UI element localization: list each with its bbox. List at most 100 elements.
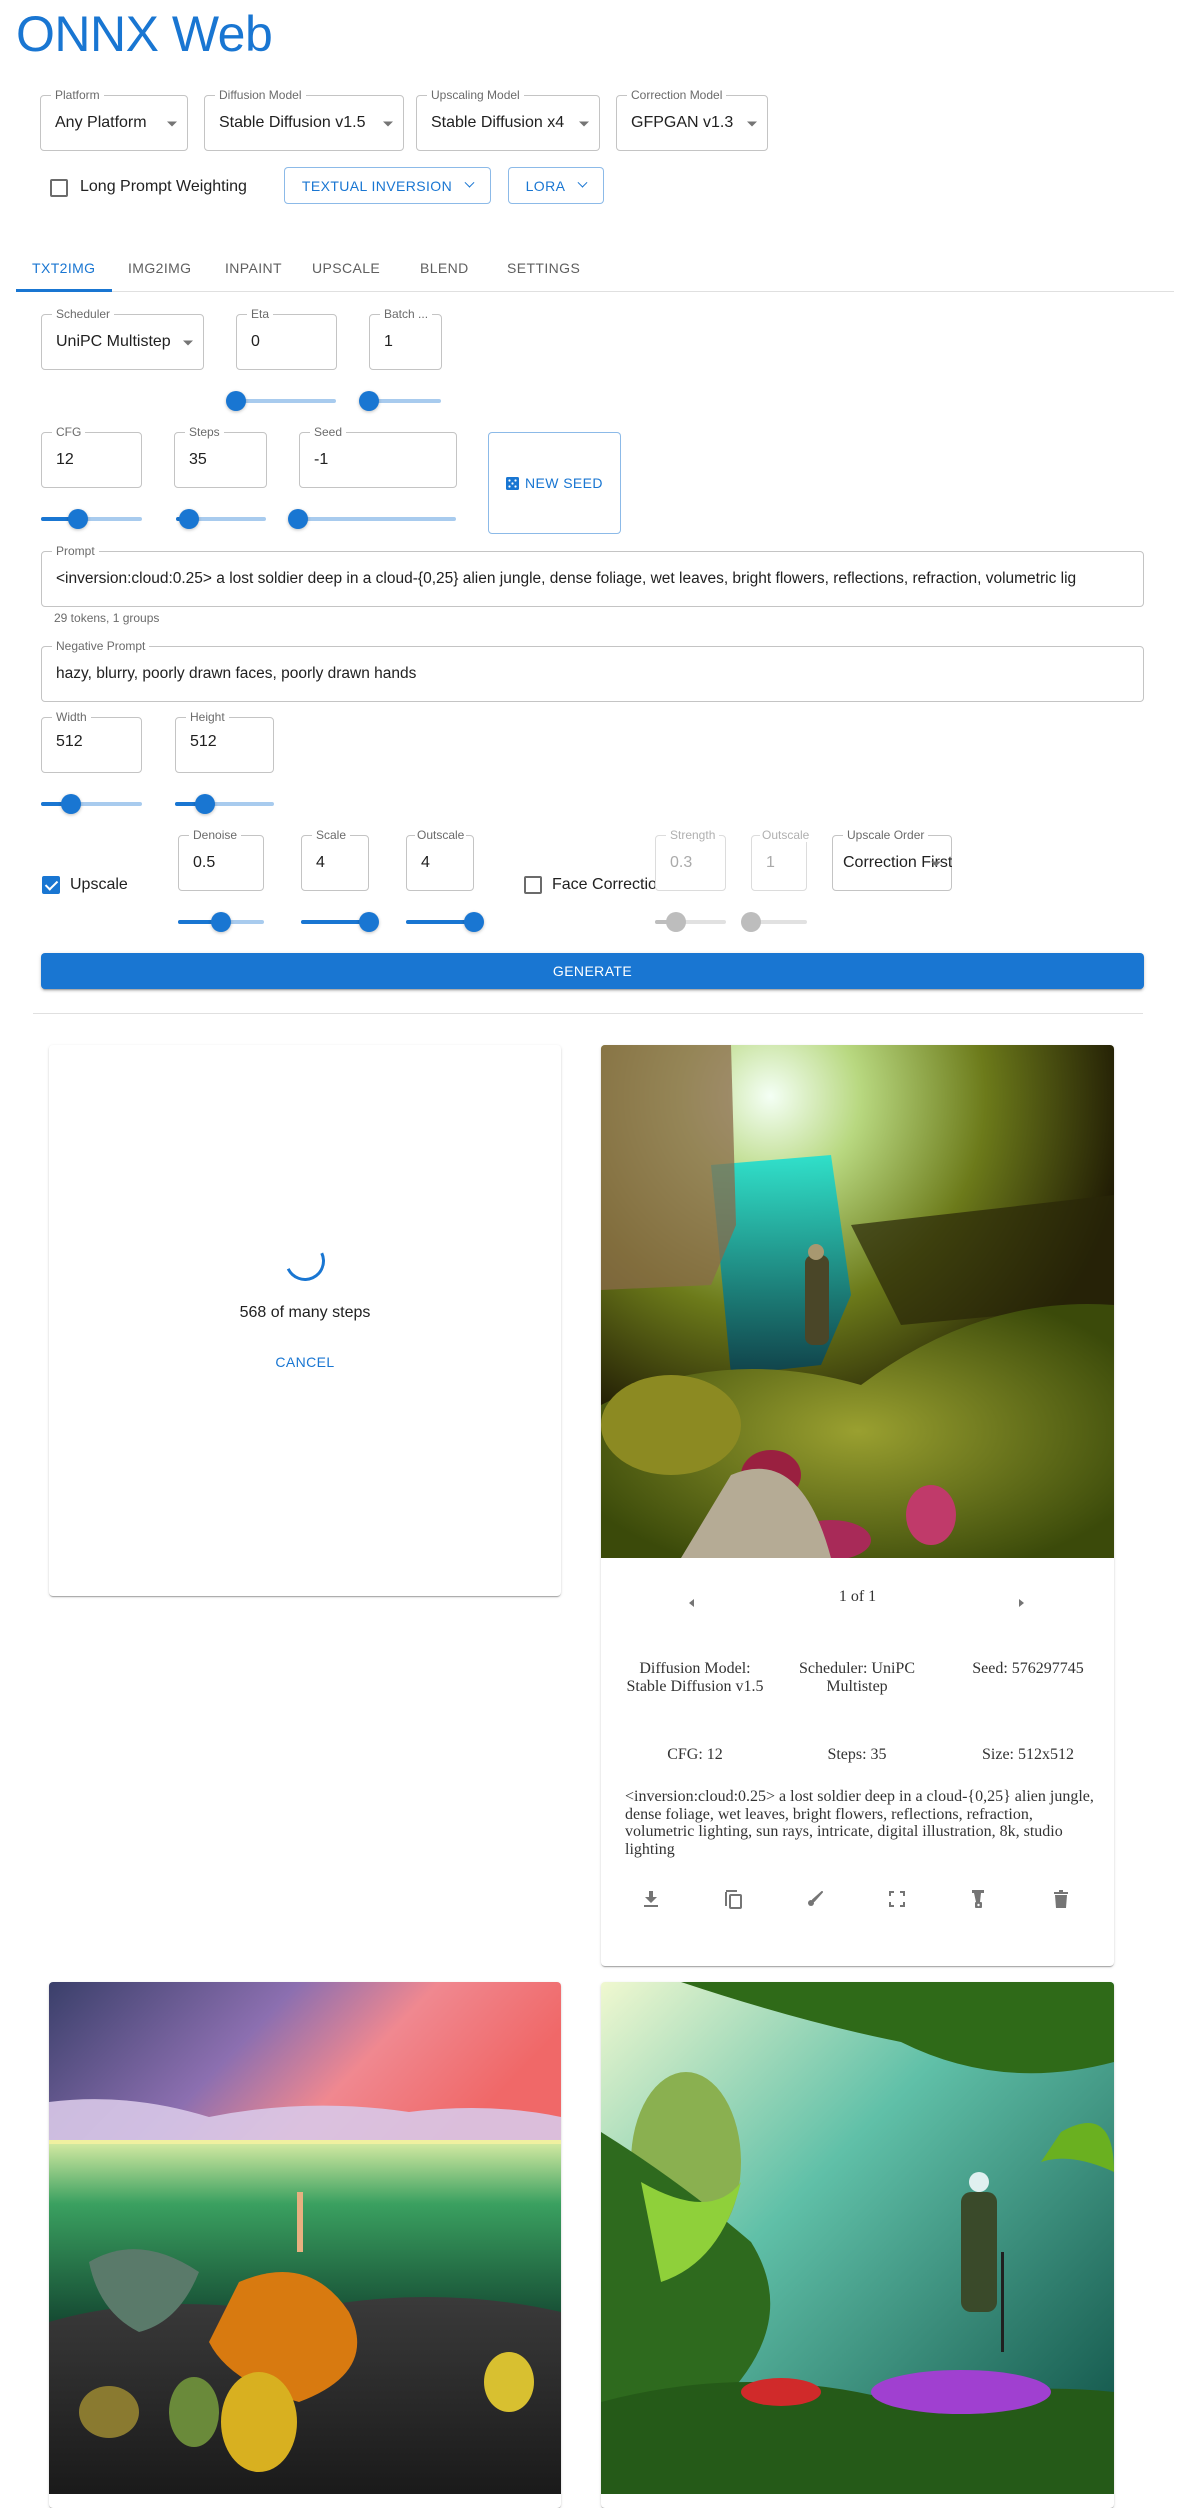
slider-thumb[interactable] bbox=[666, 912, 687, 932]
prompt-value: <inversion:cloud:0.25> a lost soldier de… bbox=[56, 570, 1077, 587]
upscale-order-select[interactable]: Upscale Order Correction First bbox=[832, 828, 952, 891]
slider-thumb[interactable] bbox=[178, 509, 199, 529]
height-value: 512 bbox=[190, 732, 217, 750]
generated-image[interactable] bbox=[601, 1045, 1114, 1558]
correction-model-value: GFPGAN v1.3 bbox=[631, 114, 734, 131]
slider-thumb[interactable] bbox=[741, 912, 761, 932]
negative-prompt-label: Negative Prompt bbox=[52, 639, 150, 653]
width-input[interactable]: Width 512 bbox=[41, 710, 142, 773]
generated-image[interactable] bbox=[601, 1982, 1114, 2494]
diffusion-model-value: Stable Diffusion v1.5 bbox=[219, 114, 366, 131]
generate-button[interactable]: GENERATE bbox=[41, 953, 1144, 989]
slider-thumb[interactable] bbox=[211, 912, 231, 932]
long-prompt-weighting-checkbox[interactable] bbox=[50, 179, 68, 197]
slider-thumb[interactable] bbox=[68, 509, 89, 529]
textual-inversion-button[interactable]: TEXTUAL INVERSION bbox=[284, 167, 491, 204]
batch-size-slider[interactable] bbox=[359, 391, 441, 411]
correction-model-select[interactable]: Correction Model GFPGAN v1.3 bbox=[616, 88, 768, 151]
image-prompt: <inversion:cloud:0.25> a lost soldier de… bbox=[625, 1788, 1094, 1858]
scale-slider[interactable] bbox=[301, 912, 379, 932]
eta-input[interactable]: Eta 0 bbox=[236, 307, 337, 370]
strength-slider[interactable] bbox=[655, 912, 726, 932]
prompt-input[interactable]: Prompt <inversion:cloud:0.25> a lost sol… bbox=[41, 544, 1144, 607]
blend-button[interactable] bbox=[959, 1879, 999, 1919]
upscale-checkbox[interactable] bbox=[42, 876, 60, 894]
batch-size-value: 1 bbox=[384, 333, 393, 350]
upscaling-model-select[interactable]: Upscaling Model Stable Diffusion x4 bbox=[416, 88, 600, 151]
scheduler-select[interactable]: Scheduler UniPC Multistep bbox=[41, 307, 204, 370]
slider-thumb[interactable] bbox=[359, 912, 379, 932]
diffusion-model-select[interactable]: Diffusion Model Stable Diffusion v1.5 bbox=[204, 88, 404, 151]
copy-icon bbox=[725, 1890, 742, 1909]
copy-button[interactable] bbox=[713, 1879, 753, 1919]
dropdown-arrow-icon bbox=[747, 121, 757, 127]
slider-thumb[interactable] bbox=[359, 391, 379, 411]
dropdown-arrow-icon bbox=[931, 861, 941, 867]
batch-size-input[interactable]: Batch ... 1 bbox=[369, 307, 442, 370]
width-slider[interactable] bbox=[41, 794, 142, 814]
platform-select[interactable]: Platform Any Platform bbox=[40, 88, 188, 151]
denoise-input[interactable]: Denoise 0.5 bbox=[178, 828, 264, 891]
tab-txt2img[interactable]: TXT2IMG bbox=[32, 246, 95, 291]
correction-model-label: Correction Model bbox=[627, 88, 727, 102]
cancel-button[interactable]: CANCEL bbox=[255, 1345, 355, 1379]
slider-thumb[interactable] bbox=[226, 391, 246, 411]
correction-outscale-input[interactable]: Outscale 1 bbox=[751, 828, 812, 891]
diffusion-model-label: Diffusion Model bbox=[215, 88, 306, 102]
next-image-button[interactable] bbox=[1001, 1583, 1041, 1623]
inpaint-button[interactable] bbox=[795, 1879, 835, 1919]
meta-size: Size: 512x512 bbox=[982, 1746, 1074, 1763]
cfg-slider[interactable] bbox=[41, 509, 142, 529]
tab-inpaint[interactable]: INPAINT bbox=[225, 246, 282, 291]
cfg-input[interactable]: CFG 12 bbox=[41, 425, 142, 488]
slider-thumb[interactable] bbox=[194, 794, 215, 814]
lora-label: LORA bbox=[525, 177, 566, 194]
dropdown-arrow-icon bbox=[167, 121, 177, 127]
outscale-slider[interactable] bbox=[406, 912, 484, 932]
strength-value: 0.3 bbox=[670, 854, 693, 871]
tab-settings[interactable]: SETTINGS bbox=[507, 246, 580, 291]
height-slider[interactable] bbox=[175, 794, 274, 814]
tab-upscale[interactable]: UPSCALE bbox=[312, 246, 380, 291]
height-input[interactable]: Height 512 bbox=[175, 710, 274, 773]
tab-img2img[interactable]: IMG2IMG bbox=[128, 246, 191, 291]
outscale-input[interactable]: Outscale 4 bbox=[406, 828, 474, 891]
seed-input[interactable]: Seed -1 bbox=[299, 425, 457, 488]
strength-input[interactable]: Strength 0.3 bbox=[655, 828, 726, 891]
tab-blend[interactable]: BLEND bbox=[420, 246, 469, 291]
denoise-slider[interactable] bbox=[178, 912, 264, 932]
steps-slider[interactable] bbox=[176, 509, 266, 529]
steps-input[interactable]: Steps 35 bbox=[174, 425, 267, 488]
scale-label: Scale bbox=[312, 828, 351, 842]
new-seed-button[interactable]: NEW SEED bbox=[488, 432, 621, 534]
generated-image[interactable] bbox=[49, 1982, 561, 2494]
height-label: Height bbox=[186, 710, 229, 724]
negative-prompt-value: hazy, blurry, poorly drawn faces, poorly… bbox=[56, 665, 417, 682]
eta-slider[interactable] bbox=[226, 391, 336, 411]
negative-prompt-input[interactable]: Negative Prompt hazy, blurry, poorly dra… bbox=[41, 639, 1144, 702]
seed-slider[interactable] bbox=[288, 509, 456, 529]
upscale-order-label: Upscale Order bbox=[843, 828, 929, 842]
scale-input[interactable]: Scale 4 bbox=[301, 828, 369, 891]
fullscreen-button[interactable] bbox=[877, 1879, 917, 1919]
cfg-value: 12 bbox=[56, 451, 74, 468]
new-seed-label: NEW SEED bbox=[525, 475, 603, 491]
width-value: 512 bbox=[56, 732, 83, 750]
download-button[interactable] bbox=[631, 1879, 671, 1919]
scheduler-label: Scheduler bbox=[52, 307, 115, 321]
delete-button[interactable] bbox=[1041, 1879, 1081, 1919]
platform-value: Any Platform bbox=[55, 114, 147, 131]
progress-text: 568 of many steps bbox=[239, 1304, 371, 1321]
slider-thumb[interactable] bbox=[61, 794, 82, 814]
long-prompt-weighting-label: Long Prompt Weighting bbox=[80, 178, 247, 195]
loading-card: 568 of many steps CANCEL bbox=[49, 1045, 561, 1596]
correction-outscale-slider[interactable] bbox=[741, 912, 807, 932]
fullscreen-icon bbox=[889, 1891, 905, 1907]
download-icon bbox=[644, 1891, 658, 1907]
lora-button[interactable]: LORA bbox=[508, 167, 604, 204]
slider-thumb[interactable] bbox=[464, 912, 484, 932]
slider-thumb[interactable] bbox=[288, 509, 308, 529]
steps-value: 35 bbox=[189, 451, 207, 468]
scheduler-value: UniPC Multistep bbox=[56, 333, 171, 350]
face-correction-checkbox[interactable] bbox=[524, 876, 542, 894]
